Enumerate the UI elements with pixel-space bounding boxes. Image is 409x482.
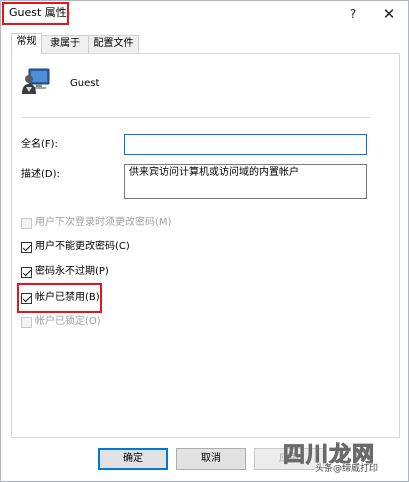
fullname-input[interactable] [124, 134, 367, 155]
properties-dialog: Guest 属性 ? ✕ 常规 隶属于 配置文件 Guest 全名(F): 描述… [0, 0, 409, 482]
account-disabled-highlight-box [17, 283, 102, 313]
checkbox-box [21, 241, 32, 253]
divider [21, 117, 371, 118]
checkbox-box [21, 217, 32, 229]
cannot-change-password-checkbox[interactable]: 用户不能更改密码(C) [21, 240, 130, 254]
description-input[interactable]: 供来宾访问计算机或访问域的内置帐户 [124, 164, 367, 199]
watermark: 四川龙网 头条@缔威打印 [282, 443, 407, 479]
checkbox-label: 密码永不过期(P) [35, 266, 109, 277]
cancel-button[interactable]: 取消 [176, 448, 246, 470]
tab-member-of[interactable]: 隶属于 [41, 35, 89, 53]
password-never-expires-checkbox[interactable]: 密码永不过期(P) [21, 265, 109, 279]
tab-general[interactable]: 常规 [11, 33, 42, 54]
checkbox-box [21, 266, 32, 278]
title-bar: Guest 属性 ? ✕ [1, 1, 408, 28]
user-computer-icon [22, 68, 50, 94]
checkbox-label: 用户不能更改密码(C) [35, 241, 130, 252]
checkbox-box [21, 316, 32, 328]
checkbox-label: 用户下次登录时须更改密码(M) [35, 217, 172, 228]
close-button[interactable]: ✕ [377, 4, 401, 24]
must-change-password-checkbox[interactable]: 用户下次登录时须更改密码(M) [21, 216, 171, 230]
help-button[interactable]: ? [341, 5, 365, 23]
watermark-caption: 头条@缔威打印 [315, 463, 379, 475]
checkbox-label: 帐户已锁定(O) [35, 316, 101, 327]
description-label: 描述(D): [21, 169, 60, 180]
title-highlight-box [2, 2, 69, 25]
fullname-label: 全名(F): [21, 139, 58, 150]
account-locked-checkbox[interactable]: 帐户已锁定(O) [21, 315, 101, 329]
ok-button[interactable]: 确定 [98, 448, 168, 470]
user-name: Guest [70, 78, 100, 89]
tab-profile[interactable]: 配置文件 [88, 35, 139, 53]
